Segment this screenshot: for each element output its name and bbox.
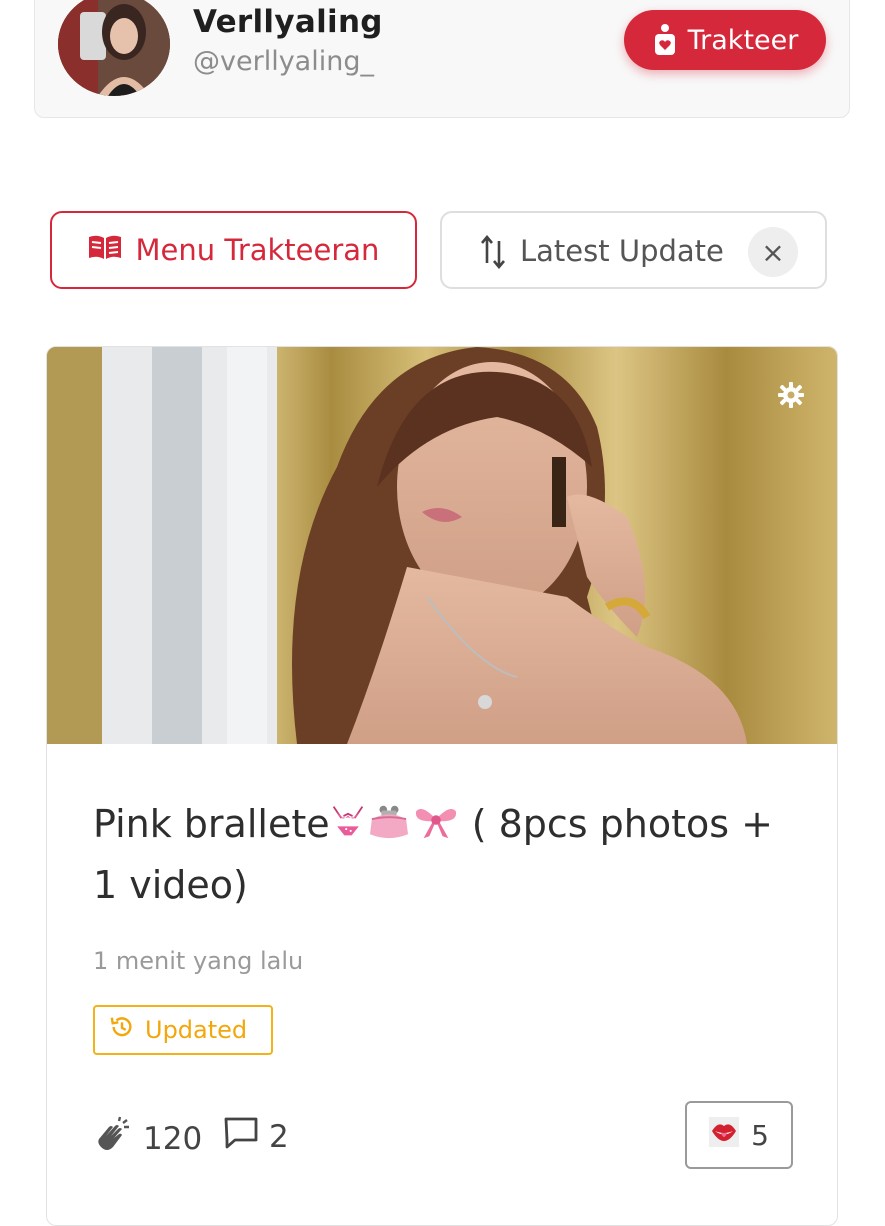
- bikini-icon: [330, 798, 366, 856]
- applause-count: 120: [143, 1121, 203, 1157]
- status-badge-label: Updated: [145, 1016, 248, 1044]
- sort-arrows-icon: [480, 234, 506, 270]
- comment-count: 2: [269, 1119, 289, 1155]
- clapping-hands-icon: [93, 1115, 133, 1163]
- history-icon: [109, 1014, 135, 1046]
- applause-stat[interactable]: 120: [93, 1115, 202, 1163]
- sort-label: Latest Update: [520, 234, 724, 268]
- gear-icon[interactable]: [777, 381, 805, 409]
- reaction-button[interactable]: 5: [685, 1101, 793, 1169]
- trakteer-button[interactable]: Trakteer: [624, 10, 826, 70]
- display-name: Verllyaling: [193, 4, 383, 40]
- comment-icon: [223, 1115, 259, 1159]
- cup-heart-icon: [652, 23, 678, 57]
- comment-stat[interactable]: 2: [223, 1115, 289, 1159]
- reaction-count: 5: [751, 1118, 769, 1152]
- post-image[interactable]: [47, 347, 837, 744]
- purse-icon: [366, 798, 412, 856]
- post-title[interactable]: Pink brallete ( 8pcs photos + 1 video): [93, 795, 803, 914]
- menu-label: Menu Trakteeran: [135, 233, 380, 267]
- status-badge: Updated: [93, 1005, 273, 1055]
- trakteer-label: Trakteer: [687, 24, 799, 56]
- ribbon-icon: [412, 798, 460, 856]
- post-timestamp: 1 menit yang lalu: [93, 947, 304, 975]
- lips-icon: [709, 1116, 740, 1154]
- username: @verllyaling_: [193, 46, 374, 77]
- post-card[interactable]: Pink brallete ( 8pcs photos + 1 video) 1…: [46, 346, 838, 1226]
- book-icon: [88, 233, 122, 267]
- post-title-text: Pink brallete: [93, 802, 330, 846]
- menu-trakteeran-button[interactable]: Menu Trakteeran: [50, 211, 417, 289]
- sort-dropdown[interactable]: Latest Update ×: [440, 211, 827, 289]
- close-icon[interactable]: ×: [748, 227, 798, 277]
